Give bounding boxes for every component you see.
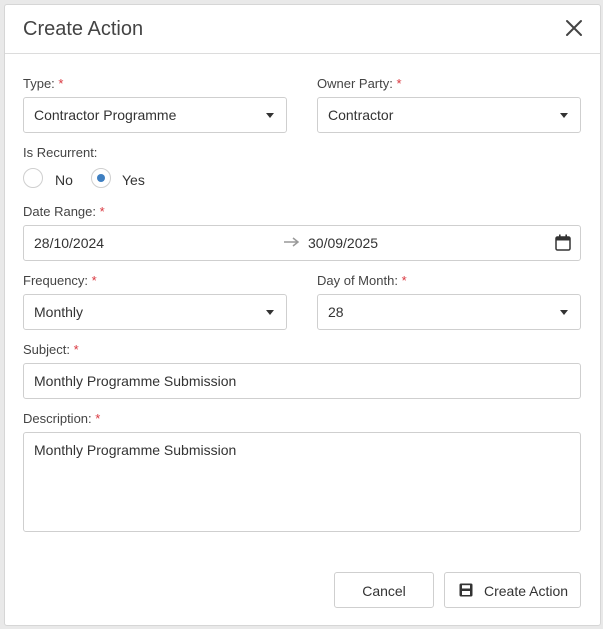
radio-no[interactable] <box>23 168 43 188</box>
subject-input[interactable]: Monthly Programme Submission <box>23 363 581 399</box>
radio-yes-label[interactable]: Yes <box>122 172 145 188</box>
frequency-label: Frequency: * <box>23 273 97 288</box>
description-label: Description: * <box>23 411 101 426</box>
owner-party-select[interactable]: Contractor <box>317 97 581 133</box>
day-of-month-label: Day of Month: * <box>317 273 407 288</box>
cancel-button[interactable]: Cancel <box>334 572 434 608</box>
radio-no-label[interactable]: No <box>55 172 73 188</box>
required-marker: * <box>99 204 105 219</box>
type-label: Type: * <box>23 76 64 91</box>
save-icon <box>459 583 473 600</box>
radio-yes[interactable] <box>91 168 111 188</box>
arrow-right-icon <box>283 234 301 253</box>
required-marker: * <box>73 342 79 357</box>
required-marker: * <box>396 76 402 91</box>
frequency-select[interactable]: Monthly <box>23 294 287 330</box>
owner-party-label: Owner Party: * <box>317 76 402 91</box>
subject-label: Subject: * <box>23 342 79 357</box>
description-value: Monthly Programme Submission <box>34 442 237 458</box>
date-range-picker[interactable]: 28/10/2024 30/09/2025 <box>23 225 581 261</box>
frequency-value: Monthly <box>34 304 84 320</box>
required-marker: * <box>91 273 97 288</box>
subject-value: Monthly Programme Submission <box>34 373 237 389</box>
cancel-button-label: Cancel <box>362 583 406 599</box>
chevron-down-icon <box>560 113 568 118</box>
day-of-month-select[interactable]: 28 <box>317 294 581 330</box>
type-select[interactable]: Contractor Programme <box>23 97 287 133</box>
calendar-icon[interactable] <box>555 234 571 254</box>
create-action-button[interactable]: Create Action <box>444 572 581 608</box>
close-icon <box>566 20 582 36</box>
dialog-title: Create Action <box>23 18 144 40</box>
create-action-button-label: Create Action <box>484 583 569 599</box>
date-range-end[interactable]: 30/09/2025 <box>308 235 378 251</box>
chevron-down-icon <box>266 113 274 118</box>
dialog-header: Create Action <box>5 5 600 54</box>
chevron-down-icon <box>560 310 568 315</box>
required-marker: * <box>58 76 64 91</box>
close-button[interactable] <box>562 16 586 40</box>
create-action-dialog: Create Action Type: * Contractor Program… <box>4 4 601 626</box>
owner-party-value: Contractor <box>328 107 394 123</box>
required-marker: * <box>401 273 407 288</box>
day-of-month-value: 28 <box>328 304 344 320</box>
is-recurrent-label: Is Recurrent: <box>23 145 98 160</box>
description-textarea[interactable]: Monthly Programme Submission <box>23 432 581 532</box>
date-range-label: Date Range: * <box>23 204 105 219</box>
chevron-down-icon <box>266 310 274 315</box>
type-value: Contractor Programme <box>34 107 177 123</box>
required-marker: * <box>95 411 101 426</box>
date-range-start[interactable]: 28/10/2024 <box>34 235 104 251</box>
